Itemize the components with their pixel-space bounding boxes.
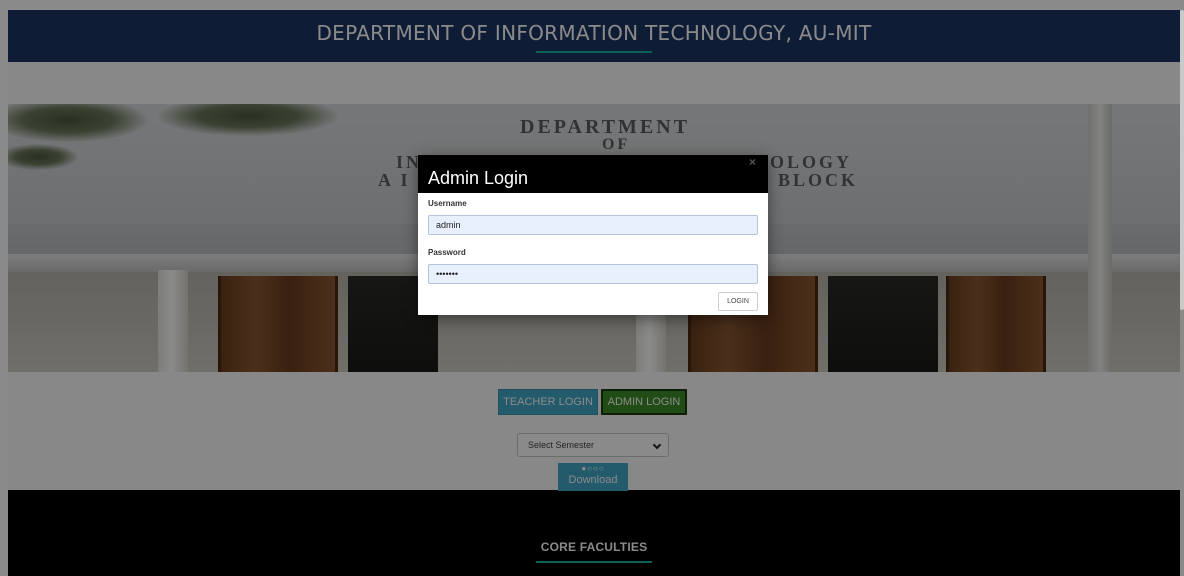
admin-login-modal: Admin Login × Username Password LOGIN [418,155,768,315]
username-input[interactable] [428,215,758,235]
modal-header: Admin Login × [418,155,768,193]
login-button[interactable]: LOGIN [718,292,758,311]
modal-title: Admin Login [428,168,529,188]
password-label: Password [428,248,466,257]
password-input[interactable] [428,264,758,284]
username-label: Username [428,199,467,208]
close-icon[interactable]: × [749,156,756,168]
page-scrollbar[interactable] [1180,10,1184,310]
